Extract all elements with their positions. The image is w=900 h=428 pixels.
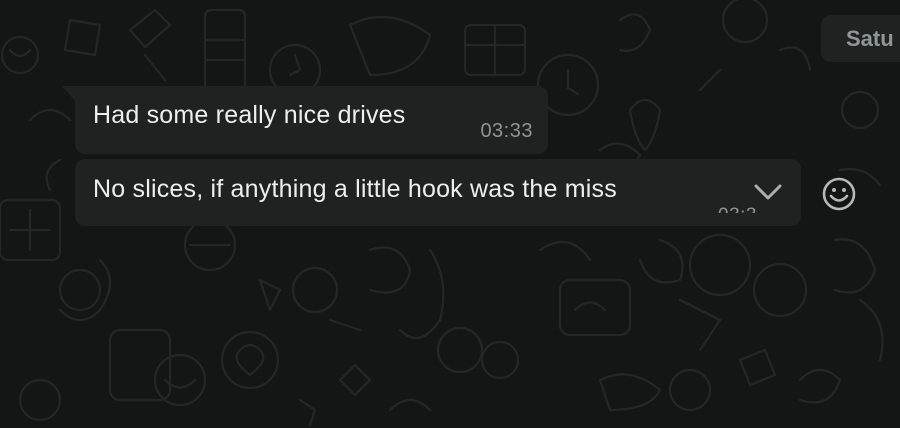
message-bubble[interactable]: Had some really nice drives 03:33 xyxy=(62,86,548,154)
message-text: No slices, if anything a little hook was… xyxy=(93,175,617,203)
bubble-tail xyxy=(62,86,75,101)
message-timestamp: 03:33 xyxy=(480,120,533,142)
message-bubble[interactable]: No slices, if anything a little hook was… xyxy=(75,159,801,226)
chat-pane: Satu Had some really nice drives 03:33 N… xyxy=(0,0,900,428)
date-separator-chip: Satu xyxy=(821,15,900,62)
chevron-down-icon[interactable] xyxy=(750,176,786,210)
message-text: Had some really nice drives xyxy=(93,101,406,129)
smiley-icon[interactable] xyxy=(820,175,858,213)
